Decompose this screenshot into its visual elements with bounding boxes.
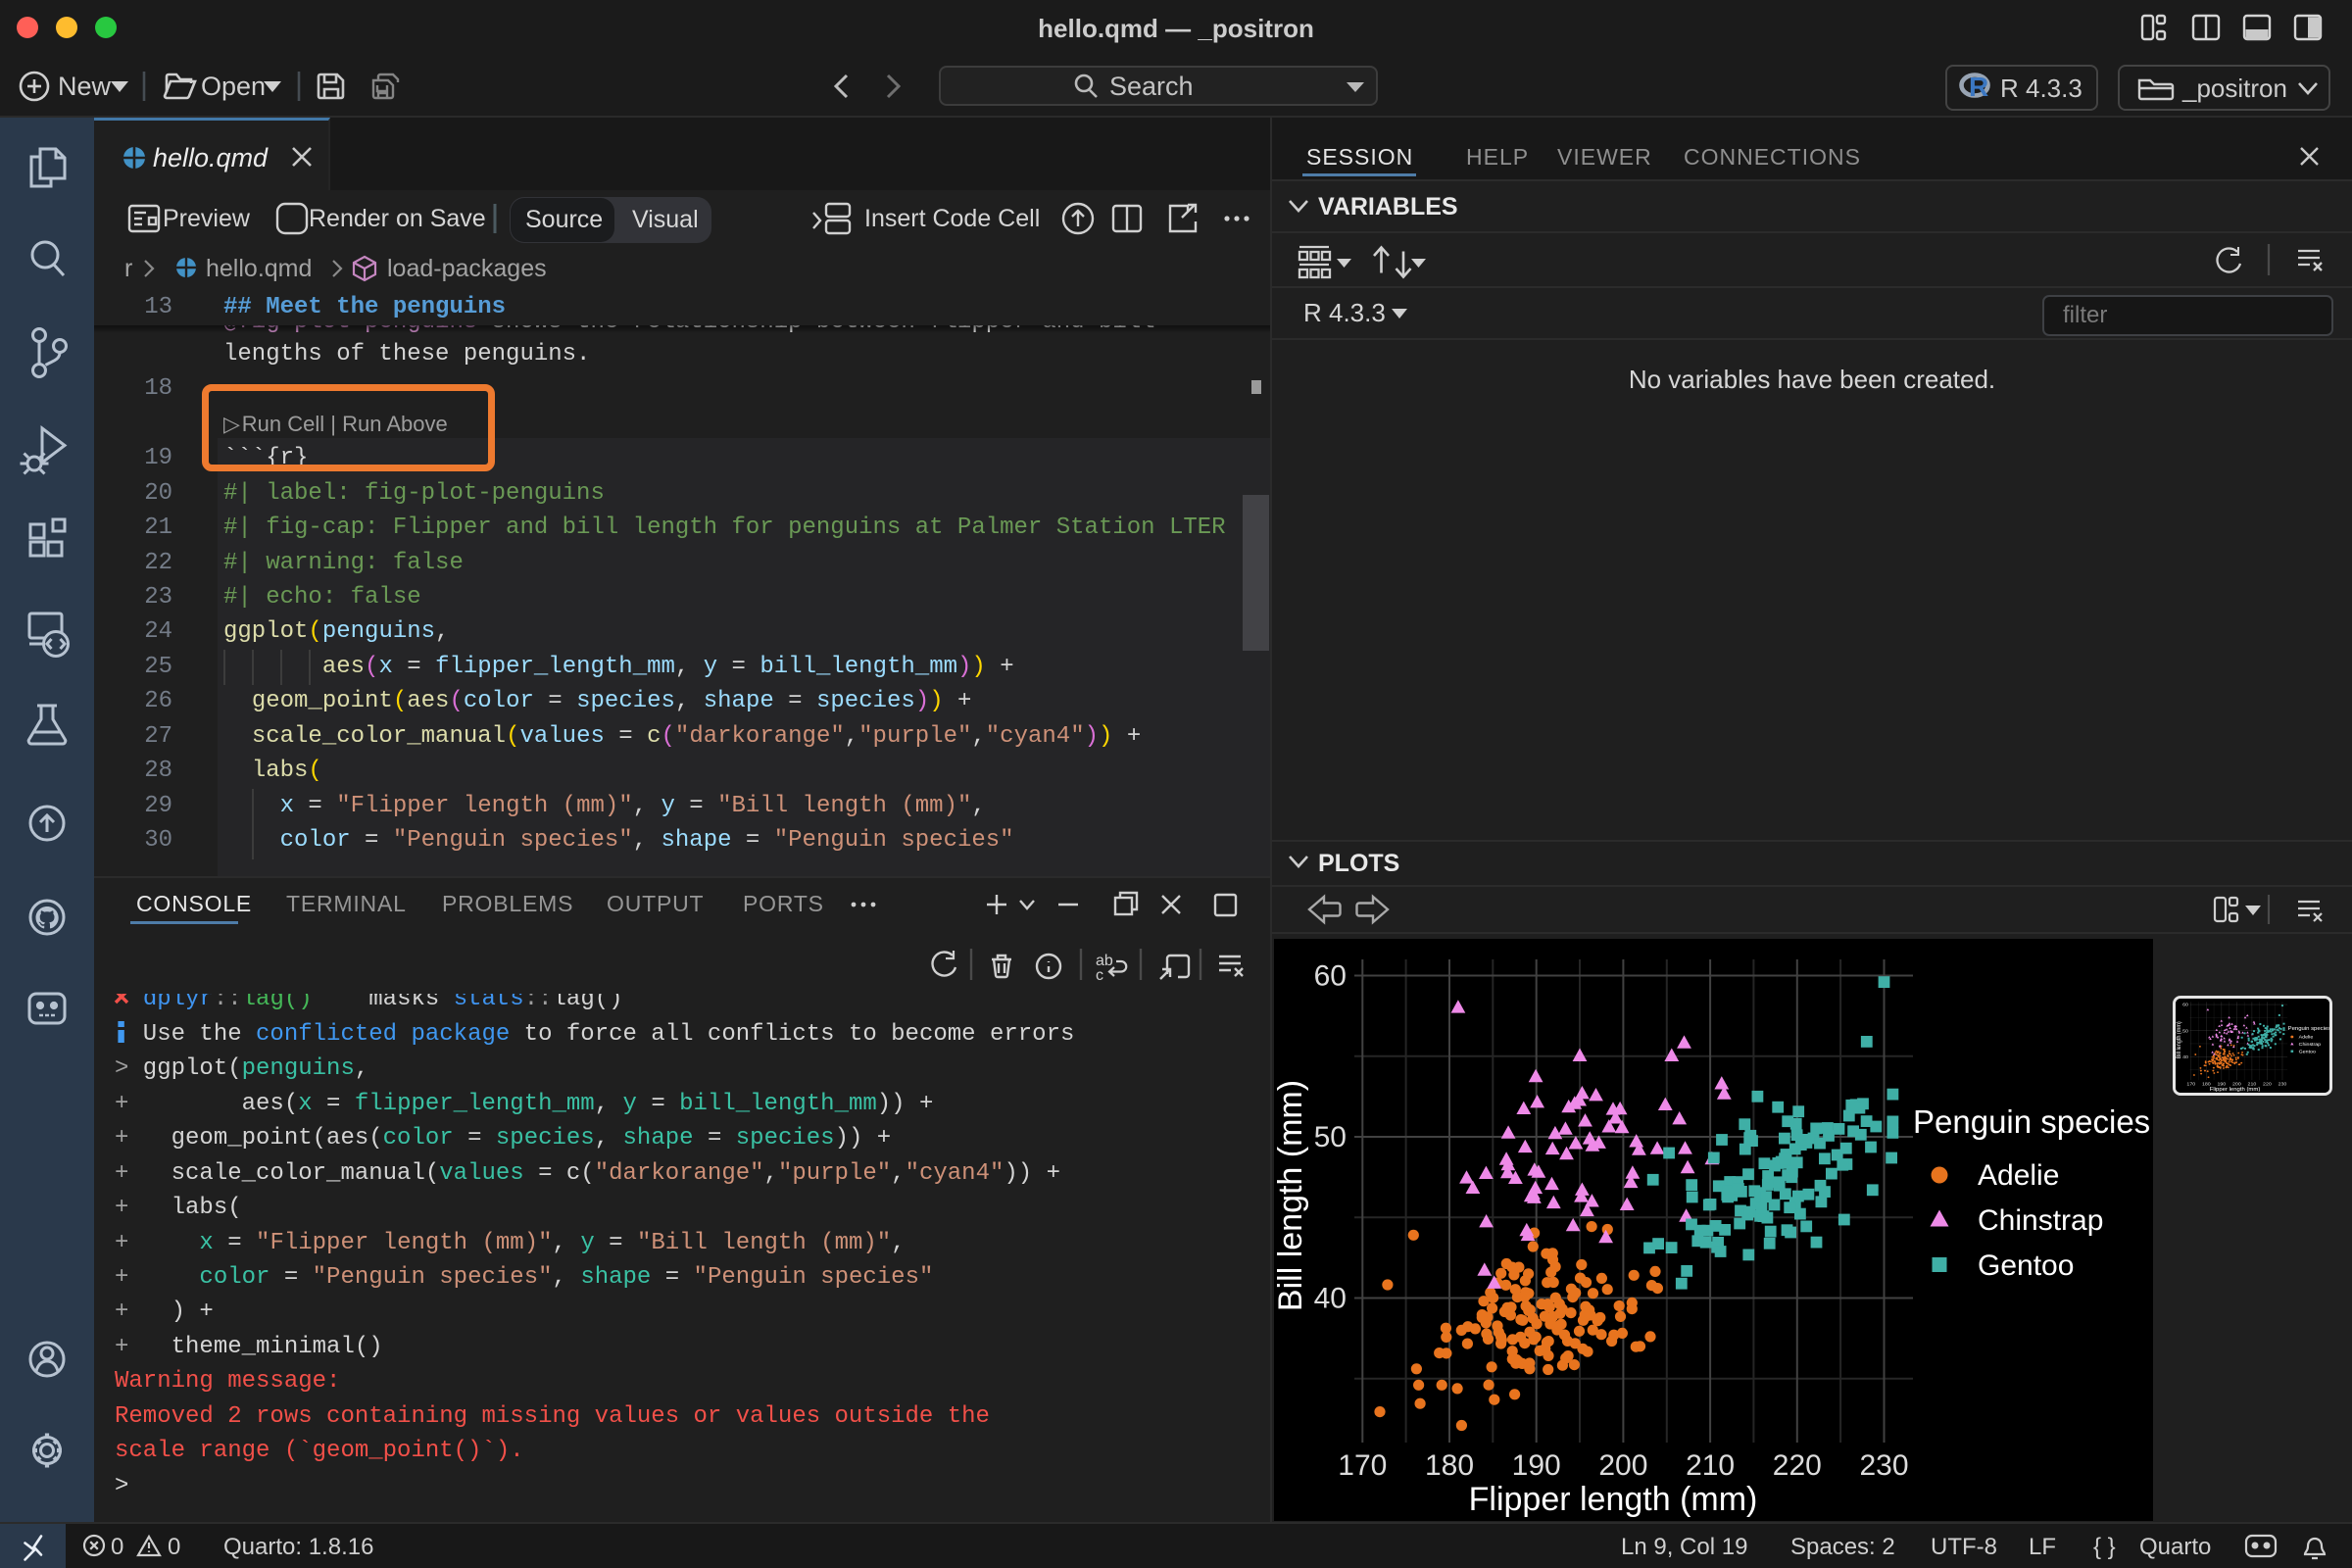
svg-text:New: New: [58, 72, 112, 101]
svg-text:Chinstrap: Chinstrap: [1978, 1204, 2103, 1237]
svg-text:hello.qmd: hello.qmd: [153, 143, 269, 172]
svg-text:Chinstrap: Chinstrap: [2299, 1042, 2322, 1048]
svg-text:Penguin species: Penguin species: [1913, 1103, 2150, 1140]
svg-text:Search: Search: [1109, 72, 1194, 101]
svg-text:_positron: _positron: [2181, 74, 2287, 103]
svg-text:Open: Open: [201, 72, 266, 101]
svg-text:Penguin species: Penguin species: [2288, 1026, 2329, 1032]
svg-text:200: 200: [2232, 1082, 2241, 1088]
svg-text:Source: Source: [525, 206, 603, 233]
svg-text:CONNECTIONS: CONNECTIONS: [1684, 144, 1861, 170]
svg-text:c: c: [1096, 967, 1103, 984]
svg-text:180: 180: [2202, 1082, 2211, 1088]
svg-text:180: 180: [1425, 1449, 1474, 1482]
svg-text:Insert Code Cell: Insert Code Cell: [864, 205, 1040, 232]
svg-text:UTF-8: UTF-8: [1931, 1534, 1997, 1560]
svg-text:CONSOLE: CONSOLE: [136, 891, 252, 916]
svg-text:60: 60: [2182, 1003, 2188, 1008]
svg-text:{ }: { }: [2093, 1534, 2116, 1560]
svg-text:PLOTS: PLOTS: [1318, 850, 1399, 877]
svg-text:220: 220: [2263, 1082, 2272, 1088]
svg-text:load-packages: load-packages: [387, 255, 547, 282]
svg-text:230: 230: [2278, 1082, 2287, 1088]
svg-text:0: 0: [168, 1534, 180, 1560]
svg-text:Adelie: Adelie: [2299, 1035, 2314, 1041]
svg-text:R 4.3.3: R 4.3.3: [1303, 298, 1386, 327]
svg-text:Quarto: Quarto: [2139, 1534, 2211, 1560]
svg-text:Spaces: 2: Spaces: 2: [1790, 1534, 1895, 1560]
svg-text:Flipper length (mm): Flipper length (mm): [1469, 1481, 1758, 1518]
svg-text:hello.qmd: hello.qmd: [206, 255, 312, 282]
svg-text:Render on Save: Render on Save: [309, 205, 486, 232]
svg-text:50: 50: [2182, 1028, 2188, 1034]
svg-text:220: 220: [1773, 1449, 1822, 1482]
svg-text:40: 40: [2182, 1054, 2188, 1060]
svg-text:190: 190: [2217, 1082, 2226, 1088]
svg-text:LF: LF: [2029, 1534, 2056, 1560]
svg-text:TERMINAL: TERMINAL: [286, 891, 407, 916]
svg-text:Ln 9, Col 19: Ln 9, Col 19: [1621, 1534, 1747, 1560]
svg-text:170: 170: [1338, 1449, 1387, 1482]
svg-text:filter: filter: [2063, 302, 2107, 328]
svg-text:Visual: Visual: [632, 206, 699, 233]
svg-text:VIEWER: VIEWER: [1557, 144, 1652, 170]
svg-text:60: 60: [1314, 960, 1347, 993]
svg-text:210: 210: [2248, 1082, 2257, 1088]
svg-text:r: r: [124, 255, 132, 282]
svg-text:VARIABLES: VARIABLES: [1318, 193, 1458, 220]
svg-text:SESSION: SESSION: [1306, 144, 1413, 170]
svg-text:Flipper length (mm): Flipper length (mm): [2210, 1087, 2261, 1093]
svg-text:R 4.3.3: R 4.3.3: [2000, 74, 2082, 103]
svg-text:Bill length (mm): Bill length (mm): [1274, 1080, 1309, 1311]
svg-text:0: 0: [111, 1534, 123, 1560]
svg-text:Adelie: Adelie: [1978, 1159, 2059, 1192]
svg-text:40: 40: [1314, 1283, 1347, 1315]
svg-text:Preview: Preview: [163, 205, 251, 232]
svg-text:210: 210: [1686, 1449, 1735, 1482]
svg-text:PORTS: PORTS: [743, 891, 824, 916]
svg-text:Bill length (mm): Bill length (mm): [2177, 1021, 2182, 1058]
svg-text:200: 200: [1598, 1449, 1647, 1482]
svg-text:HELP: HELP: [1466, 144, 1529, 170]
svg-text:PROBLEMS: PROBLEMS: [442, 891, 573, 916]
svg-text:Gentoo: Gentoo: [1978, 1250, 2074, 1282]
svg-text:Quarto: 1.8.16: Quarto: 1.8.16: [223, 1534, 373, 1560]
svg-text:OUTPUT: OUTPUT: [607, 891, 704, 916]
svg-text:190: 190: [1512, 1449, 1561, 1482]
svg-text:R: R: [1969, 72, 1988, 102]
svg-text:170: 170: [2186, 1082, 2195, 1088]
svg-text:50: 50: [1314, 1121, 1347, 1153]
svg-text:Gentoo: Gentoo: [2299, 1050, 2316, 1055]
svg-text:230: 230: [1859, 1449, 1908, 1482]
